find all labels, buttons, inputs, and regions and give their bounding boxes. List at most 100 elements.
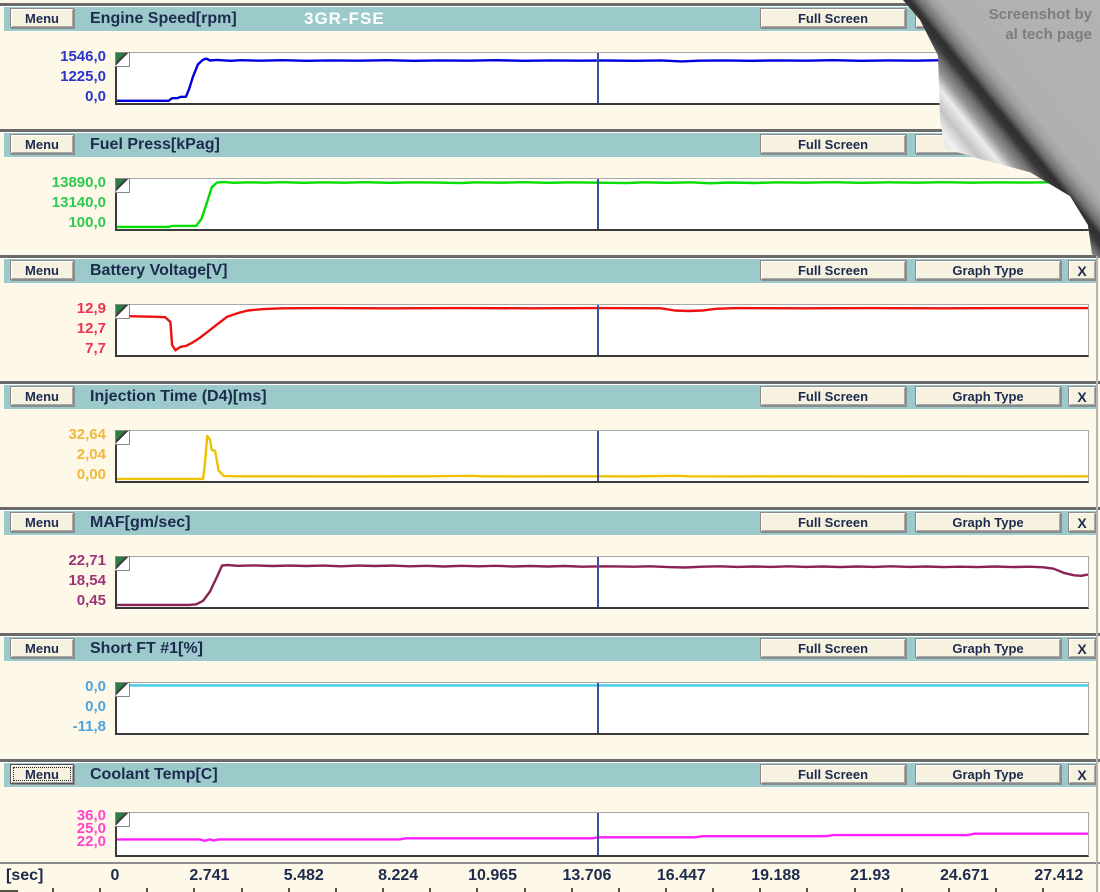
panel-header: Menu Injection Time (D4)[ms] Full Screen… — [4, 385, 1097, 410]
y-axis-max-label: 32,64 — [0, 427, 106, 443]
y-axis-cursor-value-label: 13140,0 — [0, 195, 106, 211]
signal-trace — [117, 179, 1088, 229]
menu-button[interactable]: Menu — [10, 638, 74, 658]
plot-corner-marker-icon — [115, 812, 130, 827]
time-cursor-line[interactable] — [597, 53, 599, 103]
y-axis-min-label: 7,7 — [0, 341, 106, 357]
y-axis-min-label: 100,0 — [0, 215, 106, 231]
time-minor-tick — [854, 888, 856, 892]
plot-area[interactable] — [115, 430, 1089, 483]
y-axis-cursor-value-label: 18,54 — [0, 573, 106, 589]
y-axis-max-label: 1546,0 — [0, 49, 106, 65]
graph-panel-battery-voltage: Menu Battery Voltage[V] Full Screen Grap… — [0, 252, 1100, 378]
graph-type-button[interactable]: Graph Type — [915, 512, 1061, 532]
time-tick-label: 16.447 — [657, 867, 706, 885]
time-minor-tick — [901, 888, 903, 892]
plot-corner-marker-icon — [115, 682, 130, 697]
signal-trace — [117, 683, 1088, 733]
time-minor-tick — [759, 888, 761, 892]
time-tick-label: 10.965 — [468, 867, 517, 885]
menu-button[interactable]: Menu — [10, 260, 74, 280]
plot-area[interactable] — [115, 812, 1089, 857]
full-screen-button[interactable]: Full Screen — [760, 260, 906, 280]
signal-trace — [117, 557, 1088, 607]
time-cursor-line[interactable] — [597, 179, 599, 229]
time-cursor-line[interactable] — [597, 683, 599, 733]
time-minor-tick — [288, 888, 290, 892]
time-minor-tick — [524, 888, 526, 892]
panel-header: Menu Battery Voltage[V] Full Screen Grap… — [4, 259, 1097, 284]
time-cursor-line[interactable] — [597, 305, 599, 355]
y-axis-cursor-value-label: 0,0 — [0, 699, 106, 715]
graph-panel-stack: Menu Engine Speed[rpm] 3GR-FSE Full Scre… — [0, 0, 1100, 862]
time-tick-label: 19.188 — [751, 867, 800, 885]
menu-button[interactable]: Menu — [10, 134, 74, 154]
panel-header: Menu MAF[gm/sec] Full Screen Graph Type … — [4, 511, 1097, 536]
time-tick-label: 0 — [111, 867, 120, 885]
panel-header: Menu Coolant Temp[C] Full Screen Graph T… — [4, 763, 1097, 788]
time-cursor-line[interactable] — [597, 557, 599, 607]
plot-area[interactable] — [115, 556, 1089, 609]
y-axis-cursor-value-label: 12,7 — [0, 321, 106, 337]
full-screen-button[interactable]: Full Screen — [760, 638, 906, 658]
close-button[interactable]: X — [1068, 764, 1096, 784]
y-axis-min-label: 0,45 — [0, 593, 106, 609]
plot-corner-marker-icon — [115, 52, 130, 67]
time-minor-tick — [429, 888, 431, 892]
y-axis-min-label: 22,0 — [0, 834, 106, 850]
full-screen-button[interactable]: Full Screen — [760, 8, 906, 28]
plot-corner-marker-icon — [115, 556, 130, 571]
time-minor-tick — [335, 888, 337, 892]
time-tick-label: 21.93 — [850, 867, 890, 885]
y-axis-cursor-value-label: 1225,0 — [0, 69, 106, 85]
time-minor-tick — [571, 888, 573, 892]
time-minor-tick — [52, 888, 54, 892]
time-minor-tick — [382, 888, 384, 892]
menu-button[interactable]: Menu — [10, 512, 74, 532]
graph-type-button[interactable]: Graph Type — [915, 764, 1061, 784]
close-button[interactable]: X — [1068, 638, 1096, 658]
full-screen-button[interactable]: Full Screen — [760, 386, 906, 406]
graph-type-button[interactable]: Graph Type — [915, 260, 1061, 280]
time-minor-tick — [618, 888, 620, 892]
time-cursor-line[interactable] — [597, 813, 599, 855]
time-minor-tick — [712, 888, 714, 892]
panel-header: Menu Fuel Press[kPag] Full Screen Graph … — [4, 133, 1097, 158]
signal-trace — [117, 305, 1088, 355]
time-minor-tick — [948, 888, 950, 892]
y-axis-max-label: 13890,0 — [0, 175, 106, 191]
time-minor-tick — [193, 888, 195, 892]
plot-area[interactable] — [115, 304, 1089, 357]
full-screen-button[interactable]: Full Screen — [760, 512, 906, 532]
menu-button[interactable]: Menu — [10, 764, 74, 784]
panel-title: Fuel Press[kPag] — [90, 133, 220, 157]
y-axis-max-label: 12,9 — [0, 301, 106, 317]
menu-button[interactable]: Menu — [10, 386, 74, 406]
time-minor-tick — [806, 888, 808, 892]
time-axis: [sec] 02.7415.4828.22410.96513.70616.447… — [0, 862, 1100, 892]
time-minor-tick — [1042, 888, 1044, 892]
graph-type-button[interactable]: Graph Type — [915, 638, 1061, 658]
panel-title: MAF[gm/sec] — [90, 511, 190, 535]
time-tick-label: 5.482 — [284, 867, 324, 885]
plot-area[interactable] — [115, 178, 1089, 231]
graph-panel-coolant-temp: Menu Coolant Temp[C] Full Screen Graph T… — [0, 756, 1100, 862]
y-axis-cursor-value-label: 2,04 — [0, 447, 106, 463]
time-cursor-line[interactable] — [597, 431, 599, 481]
plot-area[interactable] — [115, 682, 1089, 735]
panel-title: Coolant Temp[C] — [90, 763, 218, 787]
time-axis-unit-label: [sec] — [6, 867, 43, 885]
full-screen-button[interactable]: Full Screen — [760, 764, 906, 784]
time-minor-tick — [665, 888, 667, 892]
time-tick-label: 8.224 — [378, 867, 418, 885]
close-button[interactable]: X — [1068, 512, 1096, 532]
close-button[interactable]: X — [1068, 260, 1096, 280]
signal-trace — [117, 431, 1088, 481]
time-tick-label: 2.741 — [189, 867, 229, 885]
time-minor-tick — [99, 888, 101, 892]
plot-corner-marker-icon — [115, 178, 130, 193]
full-screen-button[interactable]: Full Screen — [760, 134, 906, 154]
close-button[interactable]: X — [1068, 386, 1096, 406]
menu-button[interactable]: Menu — [10, 8, 74, 28]
graph-type-button[interactable]: Graph Type — [915, 386, 1061, 406]
